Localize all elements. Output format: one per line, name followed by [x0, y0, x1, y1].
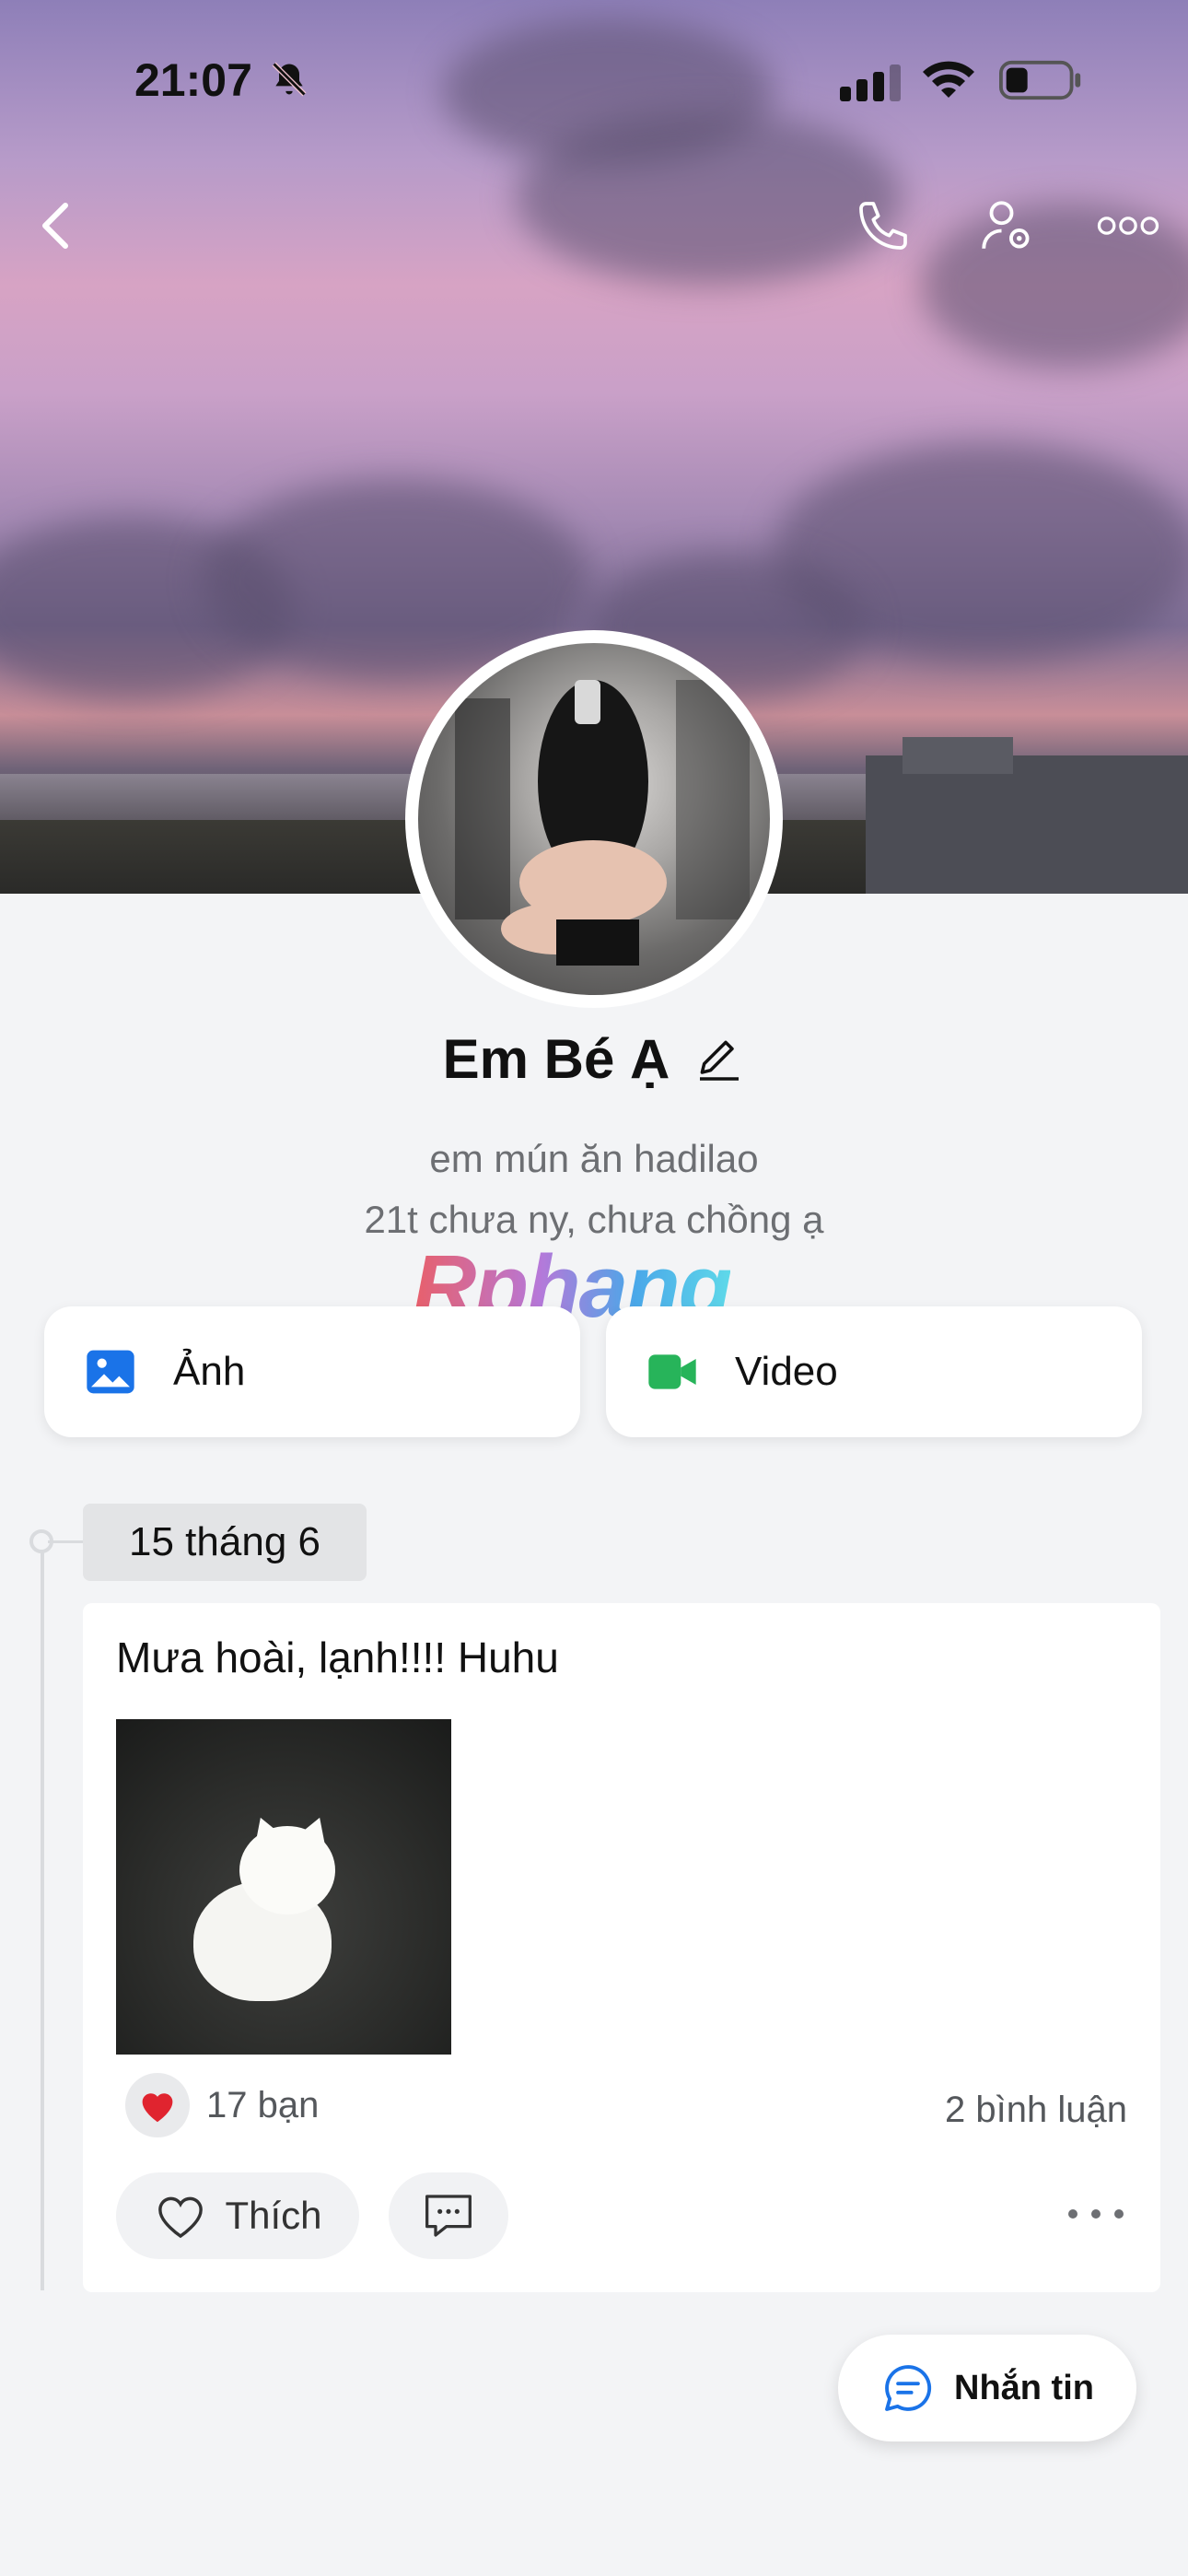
profile-settings-button[interactable]	[974, 193, 1039, 258]
phone-icon	[859, 202, 907, 250]
cat-head	[239, 1826, 335, 1914]
post-text: Mưa hoài, lạnh!!!! Huhu	[116, 1633, 559, 1681]
edit-pencil-icon[interactable]	[693, 1034, 745, 1085]
back-button[interactable]	[24, 193, 88, 258]
avatar[interactable]	[418, 643, 770, 995]
message-button[interactable]: Nhắn tin	[838, 2335, 1136, 2441]
comment-count[interactable]: 2 bình luận	[945, 2090, 1127, 2131]
photos-label: Ảnh	[173, 1349, 246, 1394]
more-options-button[interactable]	[1096, 193, 1160, 258]
building-roof	[903, 737, 1013, 774]
profile-name-row: Em Bé Ạ	[0, 1027, 1188, 1091]
chat-bubble-icon	[885, 2365, 932, 2411]
bell-muted-icon	[272, 62, 307, 97]
photo-icon	[87, 1350, 134, 1394]
timeline-connector	[48, 1540, 85, 1543]
wifi-icon	[923, 61, 974, 98]
dot	[1114, 2209, 1124, 2219]
reaction-summary[interactable]: 17 bạn	[125, 2073, 319, 2137]
reaction-count: 17 bạn	[206, 2084, 320, 2125]
videos-label: Video	[735, 1349, 838, 1394]
avatar-photo	[455, 680, 750, 966]
post-image[interactable]	[116, 1719, 451, 2055]
comment-bubble-icon	[425, 2195, 472, 2237]
message-button-label: Nhắn tin	[954, 2368, 1094, 2407]
status-bar: 21:07	[0, 0, 1188, 157]
post-card: Mưa hoài, lạnh!!!! Huhu 17 bạn 2 bình lu…	[83, 1603, 1160, 2292]
dot	[1091, 2209, 1101, 2219]
status-time: 21:07	[134, 54, 252, 106]
profile-name: Em Bé Ạ	[442, 1028, 670, 1090]
videos-card[interactable]: Video	[606, 1306, 1142, 1437]
post-date-label: 15 tháng 6	[83, 1504, 367, 1581]
battery-icon	[999, 60, 1081, 100]
video-icon	[648, 1354, 696, 1389]
more-horizontal-icon	[1097, 217, 1159, 235]
heart-icon	[142, 2093, 173, 2123]
like-button[interactable]: Thích	[116, 2172, 359, 2259]
call-button[interactable]	[851, 193, 915, 258]
bio-line-1: em mún ăn hadilao	[429, 1137, 759, 1180]
bio-line-2: 21t chưa ny, chưa chồng ạ	[364, 1198, 824, 1241]
dot	[1068, 2209, 1077, 2219]
heart-reaction-badge	[125, 2073, 190, 2137]
user-settings-icon	[982, 201, 1030, 249]
building	[866, 755, 1188, 894]
heart-outline-icon	[158, 2196, 204, 2239]
comment-button[interactable]	[389, 2172, 508, 2259]
like-label: Thích	[225, 2194, 322, 2237]
photos-card[interactable]: Ảnh	[44, 1306, 580, 1437]
chevron-left-icon	[42, 203, 68, 249]
cellular-signal-icon	[840, 64, 901, 101]
timeline-line	[41, 1544, 44, 2290]
post-more-button[interactable]	[1068, 2200, 1124, 2228]
